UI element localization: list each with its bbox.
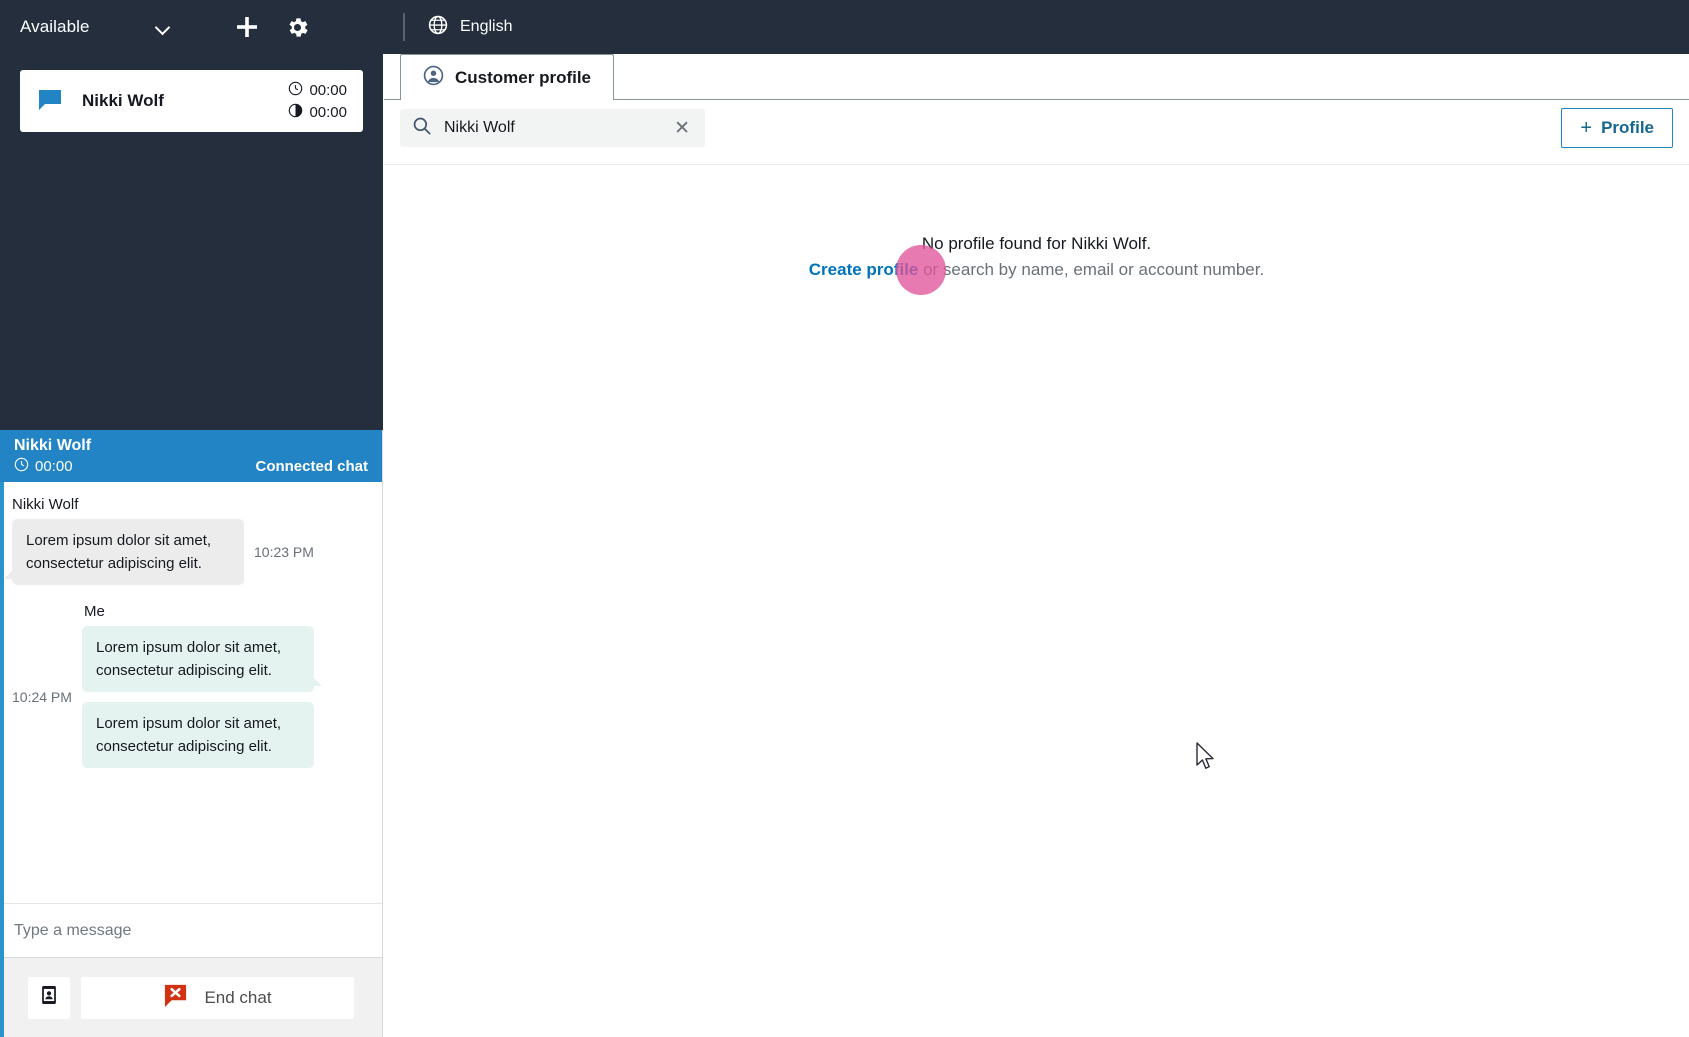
outbound-bubble-stack: Lorem ipsum dolor sit amet, consectetur … (74, 626, 322, 768)
clock-icon (14, 457, 29, 476)
clock-icon (288, 81, 303, 100)
plus-icon: + (1580, 117, 1593, 139)
agent-workspace: Available English Nikki Wolf 00:00 00:00… (0, 0, 1689, 1037)
contact-card-icon (38, 984, 60, 1011)
language-selector[interactable]: English (427, 14, 512, 41)
message-input-placeholder: Type a message (14, 921, 132, 939)
contact-timer-primary-value: 00:00 (309, 81, 347, 99)
message-bubble: Lorem ipsum dolor sit amet, consectetur … (4, 519, 244, 585)
message-row: 10:24 PM Lorem ipsum dolor sit amet, con… (12, 626, 370, 768)
search-icon (412, 116, 432, 141)
globe-icon (427, 14, 449, 41)
top-bar-left-section: Available (0, 0, 383, 54)
user-circle-icon (423, 65, 444, 91)
chat-header: Nikki Wolf 00:00 Connected chat (0, 430, 382, 482)
empty-state-title: No profile found for Nikki Wolf. (921, 234, 1152, 253)
chevron-down-icon (156, 20, 170, 34)
contact-card-button[interactable] (28, 976, 70, 1019)
search-input[interactable]: Nikki Wolf ✕ (400, 109, 705, 147)
half-moon-clock-icon (288, 103, 303, 122)
search-row: Nikki Wolf ✕ + Profile (384, 100, 1689, 165)
tab-label: Customer profile (455, 67, 592, 87)
message-group-inbound: Nikki Wolf Lorem ipsum dolor sit amet, c… (4, 496, 370, 585)
close-icon[interactable]: ✕ (671, 119, 693, 138)
chat-header-timer: 00:00 (14, 457, 73, 476)
top-bar: Available English (0, 0, 1689, 54)
top-bar-divider (403, 13, 405, 41)
create-profile-link[interactable]: Create profile (809, 260, 919, 279)
chat-connection-status: Connected chat (255, 458, 368, 475)
chat-panel: Nikki Wolf 00:00 Connected chat Nikki Wo… (0, 430, 383, 1037)
gear-icon[interactable] (282, 12, 312, 42)
chat-header-customer-name: Nikki Wolf (14, 437, 92, 454)
contact-timer-primary: 00:00 (288, 81, 347, 100)
contact-name: Nikki Wolf (82, 91, 164, 110)
message-bubble: Lorem ipsum dolor sit amet, consectetur … (82, 702, 314, 768)
chat-transcript[interactable]: Nikki Wolf Lorem ipsum dolor sit amet, c… (0, 482, 382, 903)
empty-state-subtitle: Create profile or search by name, email … (384, 257, 1689, 283)
contact-timer-secondary-value: 00:00 (309, 103, 347, 121)
end-chat-icon (163, 983, 188, 1013)
agent-status-label: Available (20, 17, 90, 36)
search-input-value: Nikki Wolf (444, 119, 515, 136)
tab-customer-profile[interactable]: Customer profile (400, 54, 615, 100)
message-row: Lorem ipsum dolor sit amet, consectetur … (4, 519, 370, 585)
message-sender: Nikki Wolf (12, 496, 79, 513)
chat-action-bar: End chat (0, 957, 382, 1037)
main-panel: Customer profile Nikki Wolf ✕ + Profile (384, 54, 1689, 1037)
contact-timer-secondary: 00:00 (288, 103, 347, 122)
message-input[interactable]: Type a message (0, 903, 382, 957)
message-group-outbound: Me 10:24 PM Lorem ipsum dolor sit amet, … (12, 603, 370, 768)
end-chat-label: End chat (204, 987, 272, 1007)
contact-timers: 00:00 00:00 (288, 81, 347, 122)
message-timestamp: 10:23 PM (254, 544, 314, 560)
chat-header-timer-value: 00:00 (35, 458, 73, 475)
language-label: English (460, 18, 513, 35)
tab-bar: Customer profile (384, 54, 1689, 100)
agent-status-select[interactable]: Available (0, 0, 180, 54)
message-sender: Me (84, 603, 105, 620)
chat-bubble-icon (36, 86, 66, 116)
plus-icon[interactable] (232, 12, 262, 42)
contact-list-item[interactable]: Nikki Wolf 00:00 00:00 (20, 70, 363, 132)
add-profile-button[interactable]: + Profile (1561, 108, 1673, 148)
chat-header-meta: 00:00 Connected chat (14, 457, 368, 476)
message-timestamp: 10:24 PM (12, 689, 72, 705)
empty-state-subtitle-rest: or search by name, email or account numb… (918, 260, 1265, 279)
add-profile-label: Profile (1601, 118, 1654, 137)
end-chat-button[interactable]: End chat (81, 976, 354, 1019)
empty-state: No profile found for Nikki Wolf. Create … (384, 231, 1689, 283)
message-bubble: Lorem ipsum dolor sit amet, consectetur … (82, 626, 322, 692)
top-bar-actions (232, 12, 312, 42)
